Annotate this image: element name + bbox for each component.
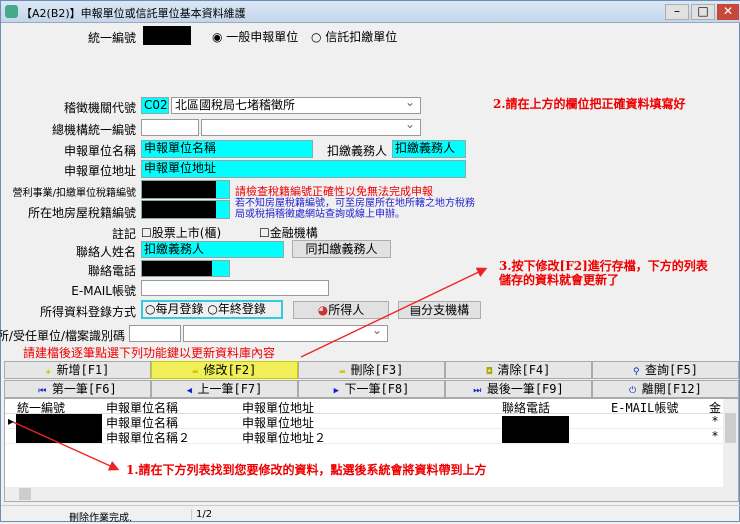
annotation-arrows: [12, 267, 488, 471]
arrow-step1: [12, 421, 120, 471]
arrow-step3: [300, 267, 488, 358]
